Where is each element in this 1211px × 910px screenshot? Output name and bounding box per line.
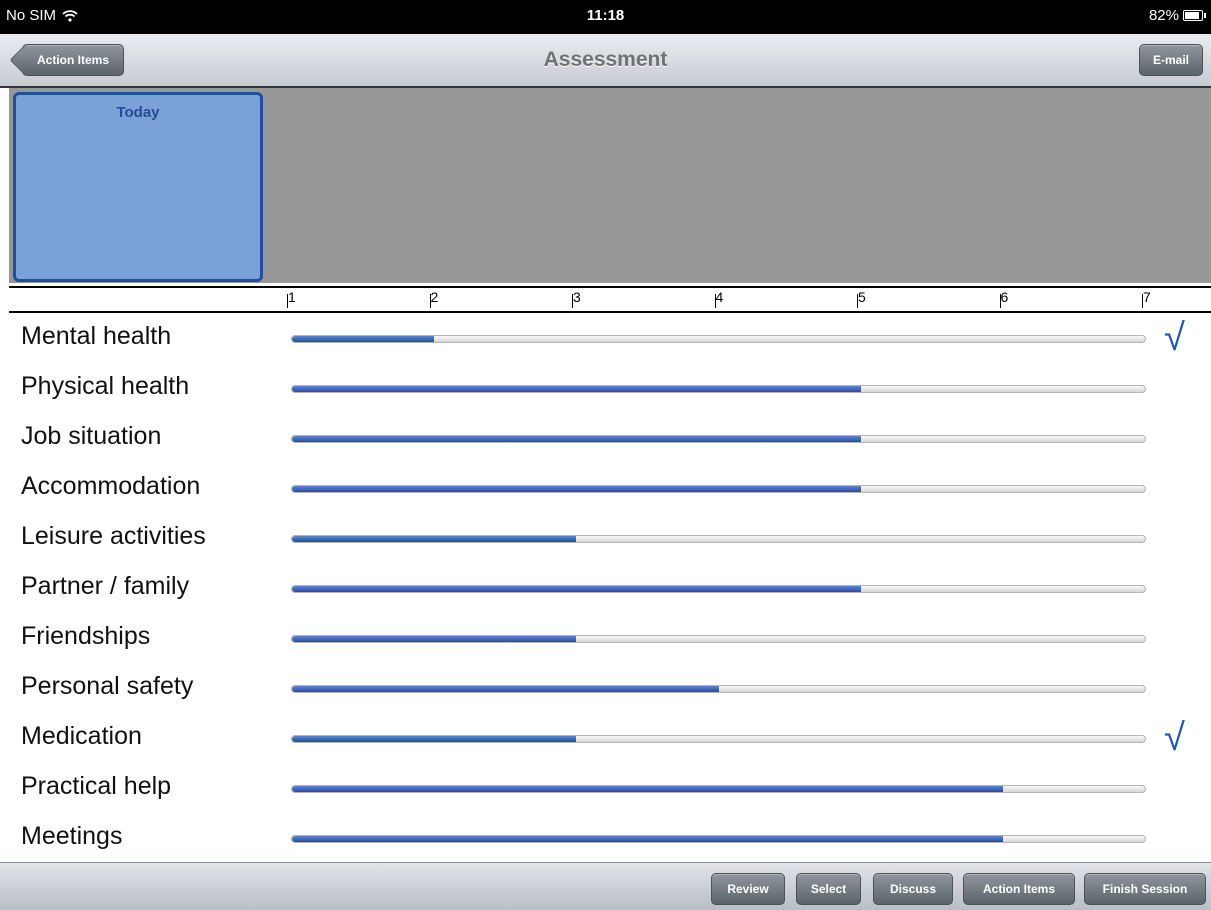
rating-slider-fill [292, 736, 577, 742]
rating-slider[interactable] [291, 835, 1146, 843]
checkmark-icon[interactable]: √ [1164, 717, 1185, 760]
rating-slider-fill [292, 836, 1003, 842]
rating-slider-fill [292, 536, 577, 542]
assessment-row-label: Partner / family [21, 572, 190, 600]
battery-status: 82% [1148, 7, 1206, 24]
rating-slider-fill [292, 686, 719, 692]
session-panel: Today [9, 88, 1211, 283]
page-title: Assessment [543, 48, 668, 71]
scale-tick-2: 2 [429, 289, 439, 308]
rating-scale: 1 2 3 4 5 6 7 [9, 286, 1211, 313]
assessment-row: Physical health [0, 360, 1211, 410]
assessment-row: Meetings [0, 810, 1211, 860]
assessment-row-label: Meetings [21, 822, 123, 850]
assessment-row: Personal safety [0, 660, 1211, 710]
discuss-button[interactable]: Discuss [873, 873, 953, 905]
rating-slider-fill [292, 786, 1003, 792]
assessment-row: Accommodation [0, 460, 1211, 510]
assessment-row-label: Medication [21, 722, 142, 750]
scale-tick-5: 5 [857, 289, 866, 308]
assessment-row-label: Leisure activities [21, 522, 206, 550]
finish-session-button[interactable]: Finish Session [1084, 873, 1206, 905]
rating-slider-fill [292, 586, 861, 592]
scale-tick-4: 4 [714, 289, 724, 308]
rating-slider[interactable] [291, 635, 1146, 643]
rating-slider[interactable] [291, 485, 1146, 493]
rating-slider[interactable] [291, 585, 1146, 593]
assessment-row-label: Mental health [21, 322, 172, 350]
battery-icon [1183, 10, 1206, 21]
scale-tick-1: 1 [287, 289, 296, 308]
rating-slider-fill [292, 636, 577, 642]
rating-slider[interactable] [291, 535, 1146, 543]
assessment-row: Mental health √ [0, 310, 1211, 360]
assessment-row: Medication √ [0, 710, 1211, 760]
status-bar: No SIM 11:18 82% [0, 0, 1211, 34]
assessment-row: Friendships [0, 610, 1211, 660]
scale-tick-3: 3 [572, 289, 581, 308]
review-button[interactable]: Review [711, 873, 785, 905]
assessment-row: Job situation [0, 410, 1211, 460]
assessment-row-label: Practical help [21, 772, 172, 800]
assessment-row: Leisure activities [0, 510, 1211, 560]
rating-slider[interactable] [291, 385, 1146, 393]
rating-slider[interactable] [291, 785, 1146, 793]
assessment-row: Practical help [0, 760, 1211, 810]
select-button[interactable]: Select [796, 873, 861, 905]
clock: 11:18 [586, 7, 625, 24]
assessment-row-label: Accommodation [21, 472, 201, 500]
assessment-row-label: Job situation [21, 422, 162, 450]
action-items-button[interactable]: Action Items [963, 873, 1075, 905]
rating-slider[interactable] [291, 685, 1146, 693]
assessment-row-label: Personal safety [21, 672, 194, 700]
scale-tick-7: 7 [1142, 289, 1151, 308]
bottom-toolbar: Review Select Discuss Action Items Finish Se… [0, 862, 1211, 910]
assessment-row: Partner / family [0, 560, 1211, 610]
today-card[interactable]: Today [13, 92, 263, 282]
email-button[interactable]: E-mail [1139, 44, 1203, 76]
rating-slider-fill [292, 486, 861, 492]
navigation-bar: Action Items Assessment E-mail [0, 34, 1211, 88]
battery-percent: 82% [1148, 7, 1179, 24]
rating-slider-fill [292, 386, 861, 392]
rating-slider[interactable] [291, 435, 1146, 443]
rating-slider[interactable] [291, 335, 1146, 343]
assessment-row-label: Friendships [21, 622, 151, 650]
assessment-row-label: Physical health [21, 372, 190, 400]
checkmark-icon[interactable]: √ [1164, 317, 1185, 360]
rating-slider[interactable] [291, 735, 1146, 743]
rating-slider-fill [292, 336, 435, 342]
scale-tick-6: 6 [999, 289, 1009, 308]
today-label: Today [116, 104, 160, 121]
rating-slider-fill [292, 436, 861, 442]
